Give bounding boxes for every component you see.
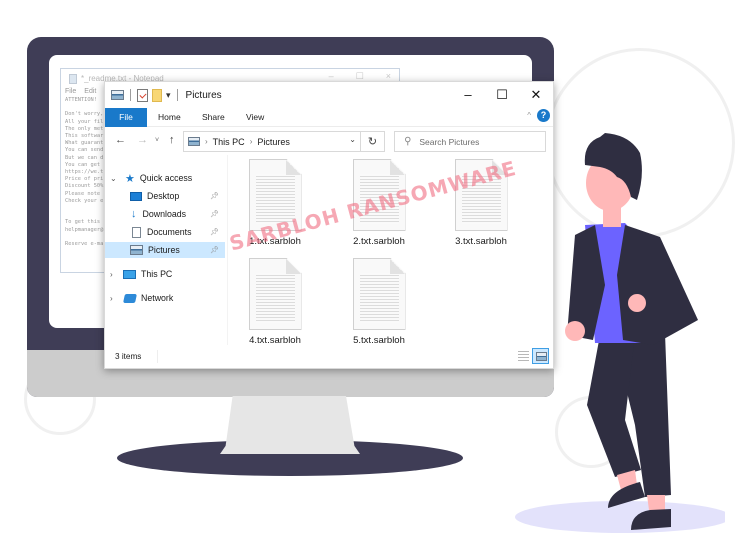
monitor-stand — [220, 396, 360, 454]
text-file-icon — [248, 159, 302, 231]
sidebar-item-pictures[interactable]: Pictures 📌︎ — [105, 242, 225, 258]
expand-chevron-icon[interactable]: › — [110, 294, 113, 303]
breadcrumb-pictures[interactable]: Pictures — [257, 137, 290, 147]
left-hand — [565, 321, 585, 341]
sidebar-item-label: Documents — [147, 227, 192, 237]
sidebar-item-label: Desktop — [147, 191, 180, 201]
pictures-icon — [130, 245, 143, 255]
pictures-folder-icon — [111, 90, 124, 100]
status-bar: 3 items — [105, 346, 553, 368]
address-dropdown-icon[interactable]: ⌄ — [349, 135, 356, 144]
navigation-pane: ⌄ ★ Quick access Desktop 📌︎ ↓ Downloads … — [105, 166, 225, 346]
pictures-location-icon — [188, 137, 200, 146]
breadcrumb-separator-icon: › — [249, 137, 253, 146]
breadcrumb-this-pc[interactable]: This PC — [213, 137, 245, 147]
customize-toolbar-icon[interactable]: ▾ — [166, 90, 171, 101]
sidebar-item-this-pc[interactable]: › This PC — [105, 266, 225, 282]
breadcrumb-separator-icon: › — [205, 137, 208, 146]
file-name: 4.txt.sarbloh — [249, 335, 301, 346]
window-title: Pictures — [185, 89, 222, 101]
refresh-button[interactable]: ↻ — [361, 131, 385, 152]
properties-icon[interactable] — [137, 88, 148, 102]
address-bar[interactable]: › This PC › Pictures ⌄ — [183, 131, 361, 152]
star-icon: ★ — [125, 172, 135, 185]
pin-icon[interactable]: 📌︎ — [210, 192, 219, 200]
floor-shadow — [515, 501, 725, 533]
up-arrow-icon[interactable]: ↑ — [169, 134, 175, 146]
explorer-titlebar: ▾ Pictures – ☐ ✕ — [105, 82, 553, 108]
file-item[interactable]: 2.txt.sarbloh — [329, 159, 429, 247]
sidebar-item-downloads[interactable]: ↓ Downloads 📌︎ — [105, 206, 225, 222]
sidebar-item-desktop[interactable]: Desktop 📌︎ — [105, 188, 225, 204]
divider — [176, 89, 178, 101]
maximize-button[interactable]: ☐ — [485, 82, 519, 108]
divider — [157, 350, 158, 363]
tab-home[interactable]: Home — [158, 108, 181, 127]
expand-chevron-icon[interactable]: › — [110, 270, 113, 279]
tab-file[interactable]: File — [105, 108, 147, 127]
sidebar-item-label: Downloads — [142, 209, 187, 219]
navigation-bar: ← → ˅ ↑ › This PC › Pictures ⌄ ↻ ⚲ Searc… — [105, 127, 553, 155]
sidebar-item-quick-access[interactable]: ⌄ ★ Quick access — [105, 170, 225, 186]
quick-access-toolbar: ▾ Pictures — [105, 88, 222, 102]
documents-icon — [132, 226, 141, 238]
text-file-icon — [352, 159, 406, 231]
notepad-menu-file[interactable]: File — [65, 88, 76, 95]
explorer-window: ▾ Pictures – ☐ ✕ File Home Share View ^ … — [104, 81, 554, 369]
right-hand — [628, 294, 646, 312]
sidebar-item-label: Quick access — [139, 173, 193, 183]
search-icon: ⚲ — [404, 136, 412, 147]
download-icon: ↓ — [131, 208, 137, 220]
help-icon[interactable]: ? — [537, 109, 550, 122]
sidebar-item-label: Network — [141, 293, 174, 303]
file-item[interactable]: 1.txt.sarbloh — [225, 159, 325, 247]
item-count: 3 items — [115, 352, 142, 361]
text-file-icon — [352, 258, 406, 330]
divider — [130, 89, 131, 101]
pin-icon[interactable]: 📌︎ — [210, 246, 219, 254]
computer-icon — [123, 269, 136, 279]
tab-share[interactable]: Share — [202, 108, 225, 127]
sidebar-item-label: Pictures — [148, 245, 180, 255]
window-controls: – ☐ ✕ — [451, 82, 553, 108]
file-name: 2.txt.sarbloh — [353, 236, 405, 247]
text-file-icon — [248, 258, 302, 330]
forward-arrow-icon[interactable]: → — [137, 134, 148, 146]
desktop-icon — [130, 191, 142, 201]
pin-icon[interactable]: 📌︎ — [210, 210, 219, 218]
file-item[interactable]: 4.txt.sarbloh — [225, 258, 325, 346]
person-illustration — [515, 133, 725, 533]
sidebar-item-label: This PC — [141, 269, 173, 279]
close-button[interactable]: ✕ — [519, 82, 553, 108]
notepad-icon — [69, 73, 77, 84]
back-arrow-icon[interactable]: ← — [115, 134, 126, 146]
pin-icon[interactable]: 📌︎ — [210, 228, 219, 236]
file-name: 1.txt.sarbloh — [249, 236, 301, 247]
expand-ribbon-icon[interactable]: ^ — [527, 111, 531, 120]
network-icon — [123, 293, 137, 303]
text-file-icon — [454, 159, 508, 231]
tab-view[interactable]: View — [246, 108, 264, 127]
file-item[interactable]: 5.txt.sarbloh — [329, 258, 429, 346]
collapse-chevron-icon[interactable]: ⌄ — [110, 174, 117, 183]
minimize-button[interactable]: – — [451, 82, 485, 108]
ribbon-right-controls: ^ ? — [527, 109, 550, 122]
sidebar-item-network[interactable]: › Network — [105, 290, 225, 306]
search-placeholder: Search Pictures — [419, 136, 480, 147]
jacket-right — [617, 225, 698, 345]
new-folder-icon[interactable] — [152, 88, 162, 102]
right-ankle — [647, 495, 665, 510]
recent-locations-icon[interactable]: ˅ — [155, 137, 159, 144]
file-name: 5.txt.sarbloh — [353, 335, 405, 346]
notepad-text-area[interactable]: ATTENTION! Don't worry, All your fil The… — [61, 95, 105, 248]
notepad-menu-edit[interactable]: Edit — [84, 88, 96, 95]
ribbon-tabs: File Home Share View ^ ? — [105, 108, 553, 127]
sidebar-item-documents[interactable]: Documents 📌︎ — [105, 224, 225, 240]
